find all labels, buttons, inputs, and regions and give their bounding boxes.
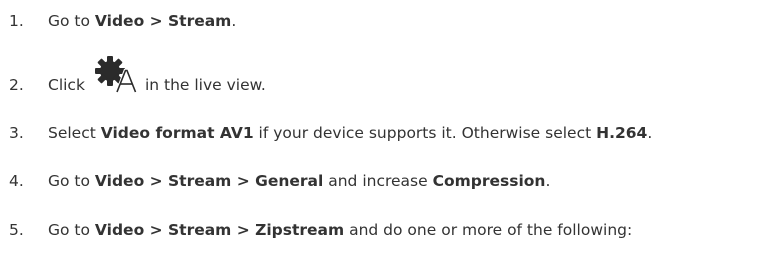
- step-text-part: in the live view.: [144, 76, 266, 94]
- step-text-part: Go to: [48, 172, 95, 190]
- step-text-part: and do one or more of the following:: [344, 221, 633, 239]
- menu-path: Video > Stream > Zipstream: [94, 221, 345, 239]
- step-text-part: Click: [48, 76, 85, 94]
- step-text: Go to Video > Stream > Zipstream and do …: [48, 221, 632, 239]
- step-text: Go to Video > Stream.: [48, 12, 236, 30]
- instruction-steps: 1. Go to Video > Stream. 2. Click in the…: [0, 0, 769, 258]
- step-text-part: .: [545, 172, 551, 190]
- step-text-part: .: [231, 12, 237, 30]
- step-1: 1. Go to Video > Stream.: [0, 6, 769, 36]
- step-text-part: .: [647, 124, 653, 142]
- step-text-part: and increase: [323, 172, 433, 190]
- step-text-part: Go to: [48, 221, 95, 239]
- step-text: Select Video format AV1 if your device s…: [48, 124, 652, 142]
- setting-name: H.264: [596, 124, 648, 142]
- step-text-part: Select: [48, 124, 101, 142]
- step-2: 2. Click in the live view.: [0, 56, 769, 100]
- auto-settings-gear-icon: [93, 56, 139, 94]
- step-text: Click in the live view.: [48, 56, 266, 104]
- step-text: Go to Video > Stream > General and incre…: [48, 172, 550, 190]
- step-number: 5.: [9, 221, 24, 239]
- step-text-part: if your device supports it. Otherwise se…: [253, 124, 597, 142]
- step-number: 3.: [9, 124, 24, 142]
- step-5: 5. Go to Video > Stream > Zipstream and …: [0, 215, 769, 245]
- step-text-part: Go to: [48, 12, 95, 30]
- step-3: 3. Select Video format AV1 if your devic…: [0, 118, 769, 148]
- setting-name: Compression: [432, 172, 546, 190]
- menu-path: Video > Stream > General: [94, 172, 324, 190]
- step-number: 1.: [9, 12, 24, 30]
- menu-path: Video > Stream: [94, 12, 232, 30]
- setting-name: Video format AV1: [100, 124, 254, 142]
- step-number: 4.: [9, 172, 24, 190]
- step-4: 4. Go to Video > Stream > General and in…: [0, 166, 769, 196]
- step-number: 2.: [9, 76, 24, 94]
